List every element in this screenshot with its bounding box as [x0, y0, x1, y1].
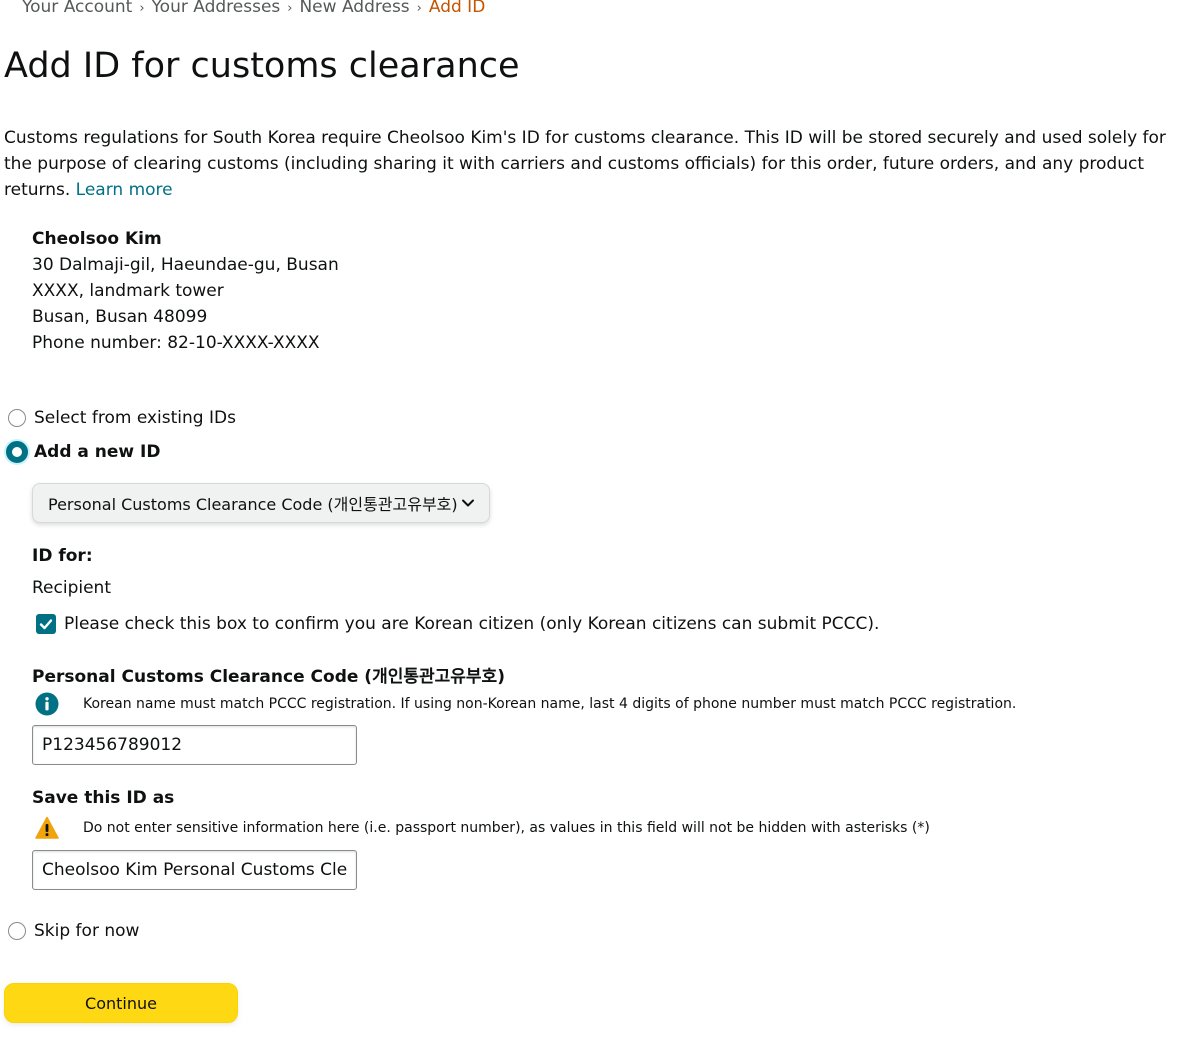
continue-button[interactable]: Continue: [4, 983, 238, 1023]
pccc-info-alert: Korean name must match PCCC registration…: [35, 692, 1016, 716]
option-skip[interactable]: Skip for now: [8, 921, 139, 941]
address-line2: XXXX, landmark tower: [32, 281, 224, 301]
pccc-info-text: Korean name must match PCCC registration…: [83, 696, 1017, 712]
save-id-warning-text: Do not enter sensitive information here …: [83, 820, 930, 836]
breadcrumb-separator: ›: [416, 1, 422, 16]
save-id-name-input[interactable]: [32, 850, 357, 890]
id-type-selected: Personal Customs Clearance Code (개인통관고유부…: [48, 495, 458, 514]
chevron-down-icon: [462, 499, 474, 507]
pccc-label: Personal Customs Clearance Code (개인통관고유부…: [32, 667, 505, 687]
option-existing-ids-label: Select from existing IDs: [34, 408, 236, 428]
address-phone: Phone number: 82-10-XXXX-XXXX: [32, 333, 320, 353]
breadcrumb-new-address[interactable]: New Address: [299, 0, 409, 17]
save-id-warning-alert: Do not enter sensitive information here …: [35, 816, 930, 840]
option-existing-ids[interactable]: Select from existing IDs: [8, 408, 236, 428]
korean-citizen-label: Please check this box to confirm you are…: [64, 614, 880, 634]
save-id-label: Save this ID as: [32, 788, 175, 808]
radio-add-new-id[interactable]: [6, 441, 28, 463]
address-line3: Busan, Busan 48099: [32, 307, 208, 327]
korean-citizen-checkbox-row[interactable]: Please check this box to confirm you are…: [36, 614, 879, 634]
address-line1: 30 Dalmaji-gil, Haeundae-gu, Busan: [32, 255, 339, 275]
option-add-new-id-label: Add a new ID: [34, 442, 161, 462]
warning-icon: [35, 816, 59, 839]
info-icon: [35, 692, 59, 716]
radio-skip[interactable]: [8, 922, 26, 940]
breadcrumb-your-addresses[interactable]: Your Addresses: [152, 0, 281, 17]
pccc-input[interactable]: [32, 725, 357, 765]
checkmark-icon: [39, 619, 53, 630]
breadcrumb-current: Add ID: [428, 0, 486, 17]
intro-body: Customs regulations for South Korea requ…: [4, 128, 1166, 200]
korean-citizen-checkbox[interactable]: [36, 614, 56, 634]
breadcrumb-separator: ›: [287, 1, 293, 16]
breadcrumb: Your Account › Your Addresses › New Address ›…: [22, 0, 485, 17]
intro-text: Customs regulations for South Korea requ…: [4, 125, 1194, 203]
id-for-label: ID for:: [32, 546, 93, 566]
option-skip-label: Skip for now: [34, 921, 140, 941]
id-for-value: Recipient: [32, 578, 111, 598]
page-title: Add ID for customs clearance: [4, 46, 520, 86]
shipping-address: Cheolsoo Kim 30 Dalmaji-gil, Haeundae-gu…: [32, 226, 339, 356]
address-name: Cheolsoo Kim: [32, 229, 162, 249]
id-type-dropdown[interactable]: Personal Customs Clearance Code (개인통관고유부…: [32, 483, 490, 523]
breadcrumb-your-account[interactable]: Your Account: [22, 0, 132, 17]
option-add-new-id[interactable]: Add a new ID: [6, 441, 161, 463]
breadcrumb-separator: ›: [139, 1, 145, 16]
radio-existing-ids[interactable]: [8, 409, 26, 427]
learn-more-link[interactable]: Learn more: [76, 180, 173, 200]
